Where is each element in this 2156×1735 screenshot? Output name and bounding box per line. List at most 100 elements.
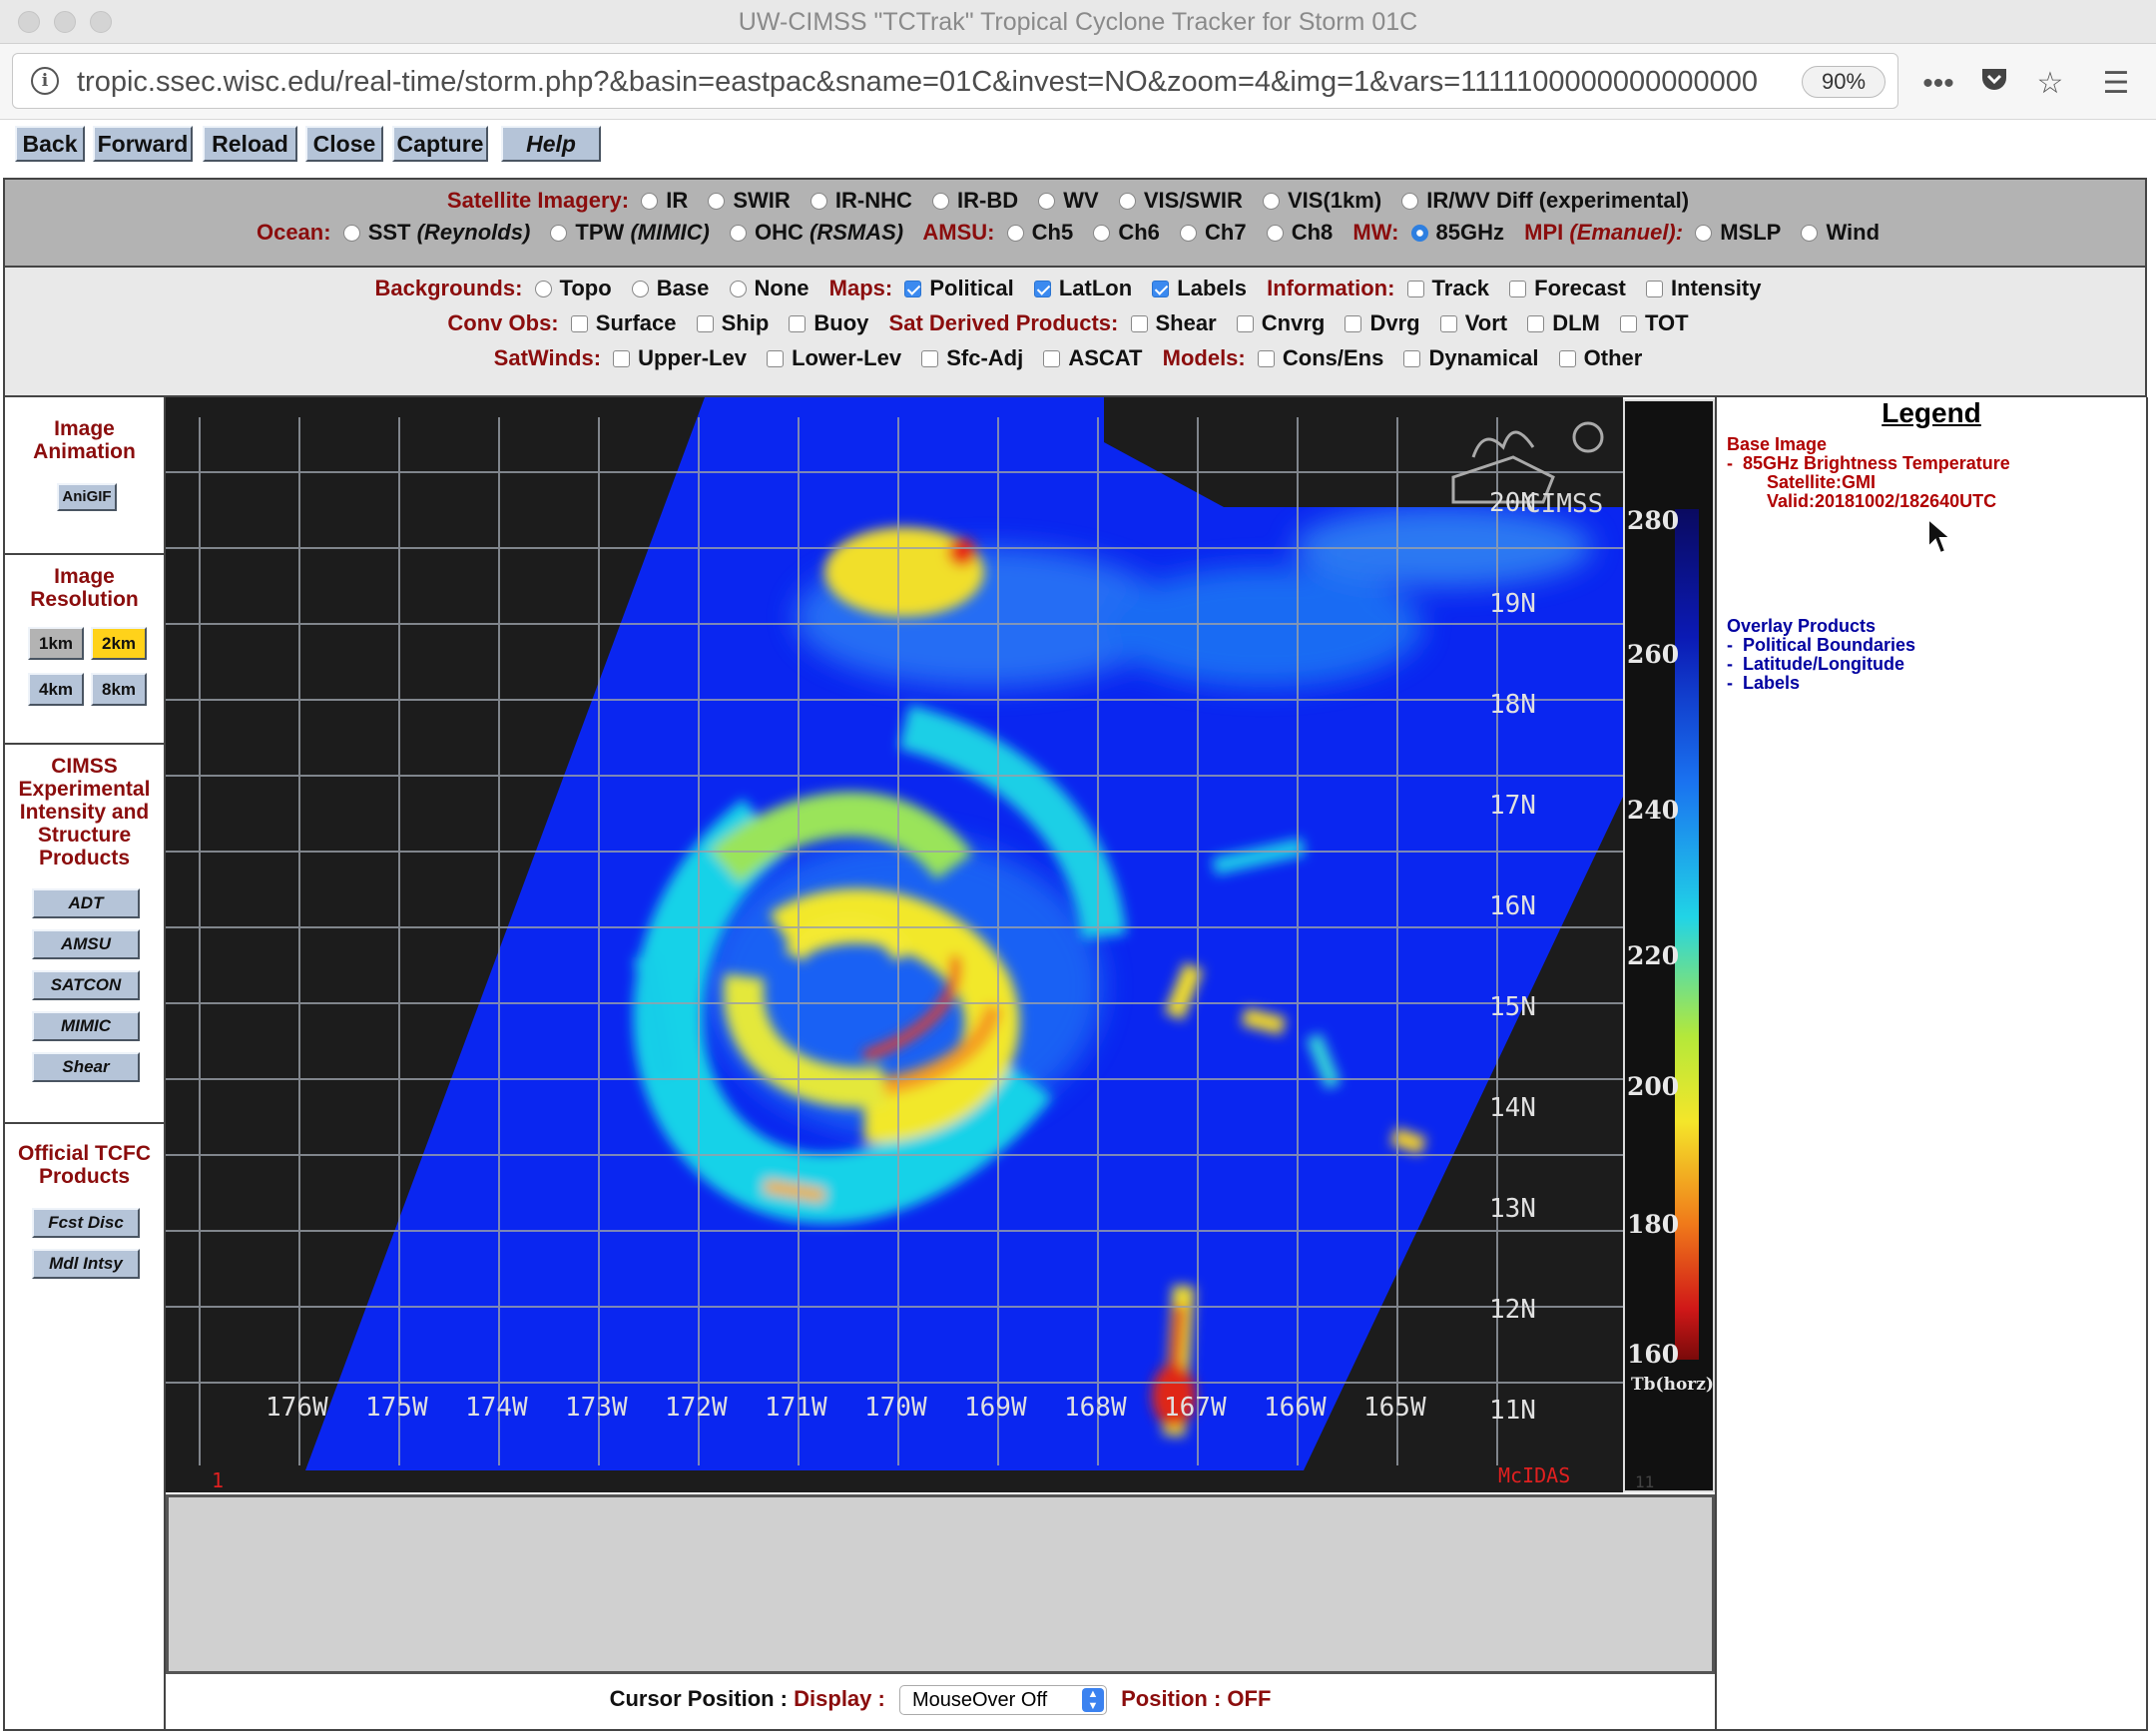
checkbox-buoy[interactable]: Buoy [789,310,868,335]
radio-ch8[interactable]: Ch8 [1266,220,1333,245]
image-animation-section: Image Animation AniGIF [5,397,164,555]
lon-label-172w: 172W [665,1393,728,1423]
tcfc-products-title: Official TCFC Products [17,1142,151,1188]
checkbox-dlm[interactable]: DLM [1527,310,1600,335]
radio-ir-bd[interactable]: IR-BD [932,188,1018,213]
position-status: Position : OFF [1121,1686,1272,1711]
forward-button[interactable]: Forward [93,126,193,162]
checkbox-forecast[interactable]: Forecast [1509,276,1626,300]
cb-tick-260: 260 [1627,640,1679,669]
checkbox-vort[interactable]: Vort [1439,310,1507,335]
backgrounds-row: Backgrounds: Topo Base None Maps: Politi… [5,276,2145,301]
lon-label-174w: 174W [465,1393,528,1423]
legend-base-title: Base Image [1727,434,1828,454]
cb-tick-200: 200 [1627,1072,1679,1101]
checkbox-upper-lev[interactable]: Upper-Lev [613,345,747,370]
lon-label-168w: 168W [1064,1393,1127,1423]
maps-label: Maps: [828,276,893,300]
url-bar[interactable]: i tropic.ssec.wisc.edu/real-time/storm.p… [12,53,1898,109]
mouseover-select[interactable]: MouseOver Off ▲ ▼ [898,1685,1107,1716]
conv-obs-label: Conv Obs: [447,310,559,335]
satellite-image[interactable]: CIMSS 20N 19N 18N 17N 16N 15N 14N 13N 12… [166,397,1623,1492]
checkbox-labels[interactable]: Labels [1152,276,1247,300]
radio-topo[interactable]: Topo [534,276,612,300]
frame-number: 1 [212,1468,224,1492]
legend-base-item: - 85GHz Brightness Temperature [1727,453,2010,473]
more-icon[interactable]: ••• [1916,64,1960,104]
cb-unit: Tb(horz) [1631,1375,1713,1395]
lat-label-12n: 12N [1489,1295,1536,1325]
radio-85ghz[interactable]: 85GHz [1410,220,1504,245]
radio-ohc[interactable]: OHC (RSMAS) [729,220,903,245]
adt-button[interactable]: ADT [32,888,140,918]
radio-swir[interactable]: SWIR [708,188,791,213]
checkbox-lower-lev[interactable]: Lower-Lev [767,345,901,370]
radio-sst[interactable]: SST (Reynolds) [342,220,530,245]
checkbox-surface[interactable]: Surface [570,310,676,335]
mdl-intsy-button[interactable]: Mdl Intsy [32,1249,140,1279]
radio-ir-wv-diff[interactable]: IR/WV Diff (experimental) [1401,188,1689,213]
radio-ir-nhc[interactable]: IR-NHC [809,188,912,213]
mcidas-label: McIDAS [1498,1463,1570,1487]
zoom-indicator[interactable]: 90% [1802,66,1886,98]
lat-label-11n: 11N [1489,1396,1536,1426]
checkbox-ascat[interactable]: ASCAT [1043,345,1143,370]
reload-button[interactable]: Reload [203,126,297,162]
bookmark-star-icon[interactable]: ☆ [2028,64,2072,104]
checkbox-cnvrg[interactable]: Cnvrg [1236,310,1325,335]
amsu-button[interactable]: AMSU [32,929,140,959]
checkbox-cons-ens[interactable]: Cons/Ens [1257,345,1383,370]
checkbox-dvrg[interactable]: Dvrg [1345,310,1420,335]
cursor-position-bar: Cursor Position : Display : MouseOver Of… [166,1674,1715,1731]
back-button[interactable]: Back [15,126,85,162]
lon-label-176w: 176W [266,1393,328,1423]
checkbox-dynamical[interactable]: Dynamical [1403,345,1539,370]
radio-vis-swir[interactable]: VIS/SWIR [1118,188,1243,213]
radio-wv[interactable]: WV [1038,188,1099,213]
fcst-disc-button[interactable]: Fcst Disc [32,1208,140,1238]
radio-tpw[interactable]: TPW (MIMIC) [550,220,710,245]
pocket-icon[interactable] [1972,64,2016,104]
res-1km-button[interactable]: 1km [28,627,84,660]
close-button[interactable]: Close [305,126,383,162]
anigif-button[interactable]: AniGIF [57,483,117,511]
cimss-products-section: CIMSS Experimental Intensity and Structu… [5,745,164,1124]
url-text[interactable]: tropic.ssec.wisc.edu/real-time/storm.php… [77,54,1794,110]
cb-tick-180: 180 [1627,1210,1679,1239]
capture-button[interactable]: Capture [392,126,488,162]
radio-ch7[interactable]: Ch7 [1180,220,1247,245]
reader-menu-icon[interactable]: ☰ [2094,64,2138,104]
checkbox-latlon[interactable]: LatLon [1033,276,1132,300]
radio-wind[interactable]: Wind [1801,220,1880,245]
checkbox-political[interactable]: Political [904,276,1014,300]
radio-none[interactable]: None [729,276,809,300]
radio-ch5[interactable]: Ch5 [1006,220,1073,245]
legend-overlay-labels: - Labels [1727,673,1801,693]
lon-label-165w: 165W [1363,1393,1426,1423]
radio-ir[interactable]: IR [641,188,688,213]
radio-ch6[interactable]: Ch6 [1093,220,1160,245]
cb-tick-220: 220 [1627,941,1679,970]
help-button[interactable]: Help [501,126,601,162]
checkbox-ship[interactable]: Ship [696,310,769,335]
radio-vis-1km[interactable]: VIS(1km) [1263,188,1381,213]
lat-label-15n: 15N [1489,992,1536,1022]
checkbox-shear[interactable]: Shear [1130,310,1217,335]
lon-label-175w: 175W [365,1393,428,1423]
checkbox-intensity[interactable]: Intensity [1646,276,1761,300]
checkbox-tot[interactable]: TOT [1620,310,1689,335]
shear-button[interactable]: Shear [32,1052,140,1082]
res-2km-button[interactable]: 2km [91,627,147,660]
info-display-area [166,1494,1715,1674]
mimic-button[interactable]: MIMIC [32,1011,140,1041]
checkbox-sfc-adj[interactable]: Sfc-Adj [921,345,1023,370]
radio-base[interactable]: Base [631,276,709,300]
checkbox-track[interactable]: Track [1406,276,1489,300]
satwinds-label: SatWinds: [493,345,602,370]
res-8km-button[interactable]: 8km [91,673,147,706]
satcon-button[interactable]: SATCON [32,970,140,1000]
radio-mslp[interactable]: MSLP [1695,220,1781,245]
checkbox-other[interactable]: Other [1558,345,1642,370]
info-icon[interactable]: i [31,67,59,95]
res-4km-button[interactable]: 4km [28,673,84,706]
